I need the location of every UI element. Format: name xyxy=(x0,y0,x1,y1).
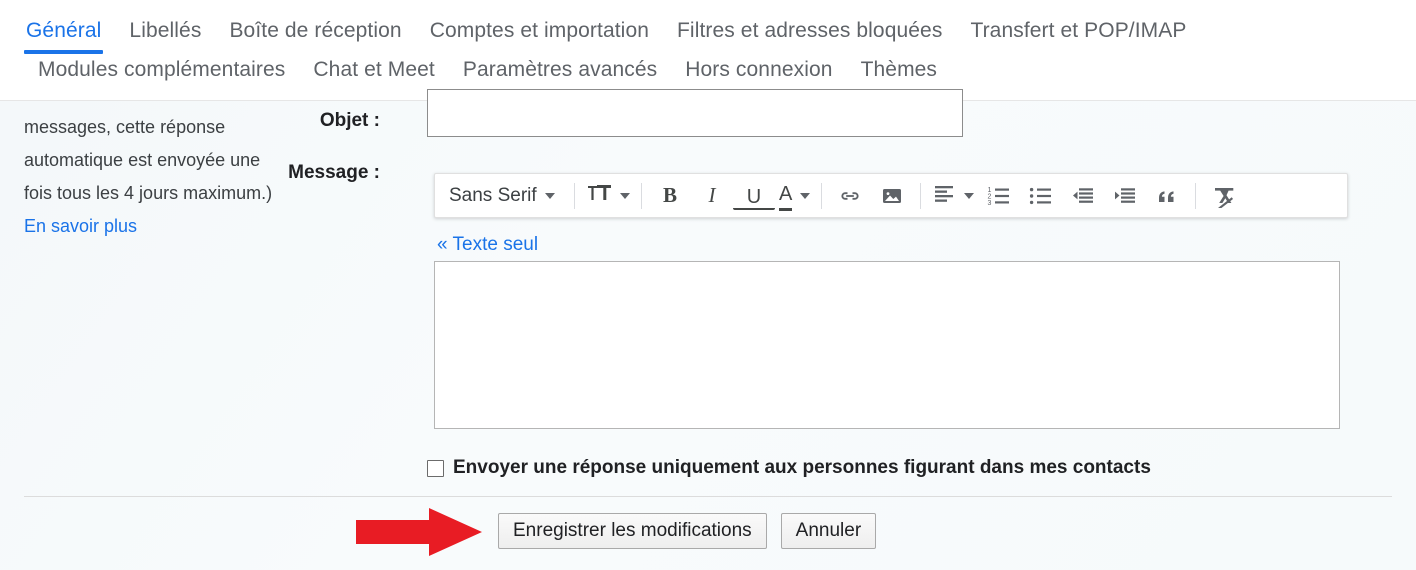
numbered-list-button[interactable]: 1 2 3 xyxy=(978,179,1020,212)
font-family-selector[interactable]: Sans Serif xyxy=(441,179,567,212)
align-button[interactable] xyxy=(928,179,978,212)
font-size-button[interactable] xyxy=(582,179,634,212)
rich-text-formatting-toolbar: Sans Serif B I U A 1 2 3 xyxy=(434,173,1348,218)
contacts-only-label[interactable]: Envoyer une réponse uniquement aux perso… xyxy=(453,457,1151,479)
toolbar-divider xyxy=(574,182,575,209)
chevron-down-icon xyxy=(800,192,811,199)
tab-transfert-et-pop-imap[interactable]: Transfert et POP/IMAP xyxy=(956,18,1200,44)
save-changes-button[interactable]: Enregistrer les modifications xyxy=(498,513,767,549)
quote-button[interactable] xyxy=(1146,179,1188,212)
font-size-icon xyxy=(586,182,612,209)
indent-decrease-icon xyxy=(1071,186,1095,206)
form-actions: Enregistrer les modifications Annuler xyxy=(498,513,877,549)
tab-themes[interactable]: Thèmes xyxy=(847,57,951,83)
bulleted-list-button[interactable] xyxy=(1020,179,1062,212)
tab-modules-complementaires[interactable]: Modules complémentaires xyxy=(24,57,299,83)
quote-icon xyxy=(1155,185,1179,207)
underline-button[interactable]: U xyxy=(733,186,775,210)
tab-general[interactable]: Général xyxy=(12,18,115,54)
chevron-down-icon xyxy=(964,192,975,199)
learn-more-link[interactable]: En savoir plus xyxy=(24,210,137,243)
section-divider xyxy=(24,496,1392,497)
chevron-down-icon xyxy=(620,192,630,199)
text-color-button[interactable]: A xyxy=(775,179,814,212)
toolbar-divider xyxy=(1195,182,1197,209)
vacation-responder-settings-panel: messages, cette réponse automatique est … xyxy=(0,89,1416,570)
indent-more-button[interactable] xyxy=(1104,179,1146,212)
tab-parametres-avances[interactable]: Paramètres avancés xyxy=(449,57,671,83)
insert-image-button[interactable] xyxy=(871,179,913,212)
insert-link-button[interactable] xyxy=(829,179,871,212)
text-color-icon: A xyxy=(779,184,793,211)
toolbar-divider xyxy=(821,182,823,209)
tab-chat-et-meet[interactable]: Chat et Meet xyxy=(299,57,448,83)
subject-label: Objet : xyxy=(319,110,380,131)
annotation-arrow-icon xyxy=(356,508,482,556)
tab-filtres-et-adresses-bloquees[interactable]: Filtres et adresses bloquées xyxy=(663,18,956,44)
tab-general-label: Général xyxy=(26,19,102,42)
bulleted-list-icon xyxy=(1028,185,1054,207)
link-icon xyxy=(838,184,862,208)
bold-button[interactable]: B xyxy=(649,179,691,212)
indent-less-button[interactable] xyxy=(1062,179,1104,212)
numbered-list-icon: 1 2 3 xyxy=(986,185,1012,207)
settings-tab-bar: Général Libellés Boîte de réception Comp… xyxy=(0,0,1416,96)
remove-formatting-icon xyxy=(1211,184,1237,208)
active-tab-underline xyxy=(24,50,104,54)
image-icon xyxy=(880,184,904,208)
tab-comptes-et-importation[interactable]: Comptes et importation xyxy=(416,18,663,44)
tab-libelles[interactable]: Libellés xyxy=(115,18,215,44)
tab-hors-connexion[interactable]: Hors connexion xyxy=(671,57,846,83)
align-left-icon xyxy=(932,183,956,208)
message-body-textarea[interactable] xyxy=(434,261,1340,429)
toolbar-divider xyxy=(641,182,642,209)
contacts-only-row: Envoyer une réponse uniquement aux perso… xyxy=(427,457,1151,479)
toolbar-divider xyxy=(920,182,922,209)
svg-text:3: 3 xyxy=(988,199,992,206)
indent-increase-icon xyxy=(1113,186,1137,206)
contacts-only-checkbox[interactable] xyxy=(427,459,444,477)
chevron-down-icon xyxy=(544,192,555,199)
italic-button[interactable]: I xyxy=(691,179,733,212)
tab-boite-de-reception[interactable]: Boîte de réception xyxy=(215,18,415,44)
font-family-label: Sans Serif xyxy=(449,184,537,206)
cancel-button[interactable]: Annuler xyxy=(780,513,877,549)
subject-input[interactable] xyxy=(427,89,963,137)
message-label: Message : xyxy=(288,162,380,183)
settings-tab-row-primary: Général Libellés Boîte de réception Comp… xyxy=(0,0,1416,54)
plain-text-link[interactable]: « Texte seul xyxy=(437,234,538,256)
remove-formatting-button[interactable] xyxy=(1203,179,1245,212)
